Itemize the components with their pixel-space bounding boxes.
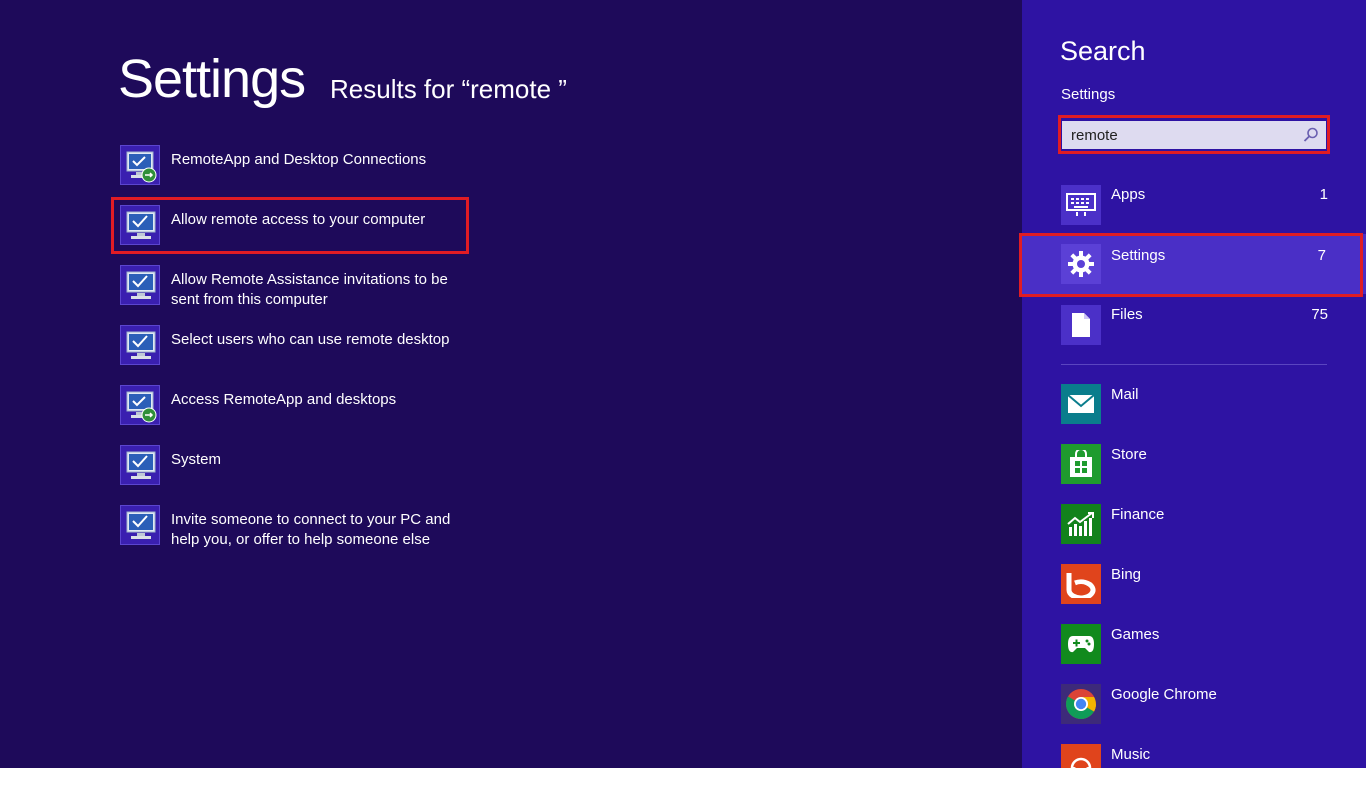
app-finance[interactable]: Finance <box>1061 504 1329 546</box>
result-item-select-users-remote-desktop[interactable]: Select users who can use remote desktop <box>120 325 460 369</box>
scope-files[interactable]: Files 75 <box>1060 303 1328 347</box>
scope-count: 1 <box>1319 186 1328 203</box>
result-item-allow-remote-assistance[interactable]: Allow Remote Assistance invitations to b… <box>120 265 460 309</box>
app-music[interactable]: Music <box>1061 744 1329 768</box>
system-monitor-icon <box>120 205 160 245</box>
search-charm-pane: Search Settings remote Apps 1 Settings 7… <box>1019 0 1366 768</box>
section-divider <box>1061 364 1327 365</box>
mail-icon <box>1061 384 1101 424</box>
result-label: Allow remote access to your computer <box>171 211 426 228</box>
app-label: Games <box>1111 626 1160 643</box>
music-icon <box>1061 744 1101 768</box>
scope-settings[interactable]: Settings 7 <box>1022 234 1366 294</box>
app-label: Mail <box>1111 386 1139 403</box>
app-mail[interactable]: Mail <box>1061 384 1329 426</box>
system-monitor-icon <box>120 265 160 305</box>
app-label: Store <box>1111 446 1147 463</box>
app-label: Music <box>1111 746 1151 763</box>
charm-title: Search <box>1060 36 1146 66</box>
gear-icon <box>1061 244 1101 284</box>
result-label: System <box>171 451 222 468</box>
result-label: Access RemoteApp and desktops <box>171 391 397 408</box>
chrome-icon <box>1061 684 1101 724</box>
scope-label: Apps <box>1111 186 1146 203</box>
system-monitor-icon <box>120 505 160 545</box>
search-scope-label: Settings <box>1061 86 1116 103</box>
bing-icon <box>1061 564 1101 604</box>
finance-icon <box>1061 504 1101 544</box>
search-icon[interactable] <box>1302 126 1320 144</box>
result-item-invite-someone[interactable]: Invite someone to connect to your PC and… <box>120 505 460 549</box>
search-input[interactable] <box>1062 121 1294 149</box>
app-label: Bing <box>1111 566 1142 583</box>
app-store[interactable]: Store <box>1061 444 1329 486</box>
result-label: RemoteApp and Desktop Connections <box>171 151 427 168</box>
store-icon <box>1061 444 1101 484</box>
search-results-pane: Settings Results for “remote ” RemoteApp… <box>0 0 1022 768</box>
result-item-access-remoteapp-desktops[interactable]: Access RemoteApp and desktops <box>120 385 460 429</box>
scope-label: Files <box>1111 306 1143 323</box>
scope-label: Settings <box>1111 247 1166 264</box>
windows-search-screen: Settings Results for “remote ” RemoteApp… <box>0 0 1366 768</box>
app-games[interactable]: Games <box>1061 624 1329 666</box>
search-box <box>1062 121 1326 149</box>
result-item-allow-remote-access[interactable]: Allow remote access to your computer <box>120 205 460 249</box>
file-icon <box>1061 305 1101 345</box>
scope-apps[interactable]: Apps 1 <box>1060 183 1328 227</box>
result-item-system[interactable]: System <box>120 445 460 489</box>
remote-connection-icon <box>120 145 160 185</box>
page-title: Settings <box>118 49 306 109</box>
result-item-remoteapp-desktop-connections[interactable]: RemoteApp and Desktop Connections <box>120 145 460 189</box>
result-label: Select users who can use remote desktop <box>171 331 450 348</box>
remote-connection-icon <box>120 385 160 425</box>
system-monitor-icon <box>120 325 160 365</box>
app-label: Finance <box>1111 506 1165 523</box>
result-label: Allow Remote Assistance invitations to b… <box>171 271 448 308</box>
games-icon <box>1061 624 1101 664</box>
scope-count: 75 <box>1311 306 1328 323</box>
scope-count: 7 <box>1317 247 1326 264</box>
app-label: Google Chrome <box>1111 686 1217 703</box>
app-bing[interactable]: Bing <box>1061 564 1329 606</box>
app-google-chrome[interactable]: Google Chrome <box>1061 684 1329 726</box>
result-label: Invite someone to connect to your PC and… <box>171 511 451 548</box>
apps-keyboard-icon <box>1061 185 1101 225</box>
system-monitor-icon <box>120 445 160 485</box>
results-subtitle: Results for “remote ” <box>330 74 567 104</box>
